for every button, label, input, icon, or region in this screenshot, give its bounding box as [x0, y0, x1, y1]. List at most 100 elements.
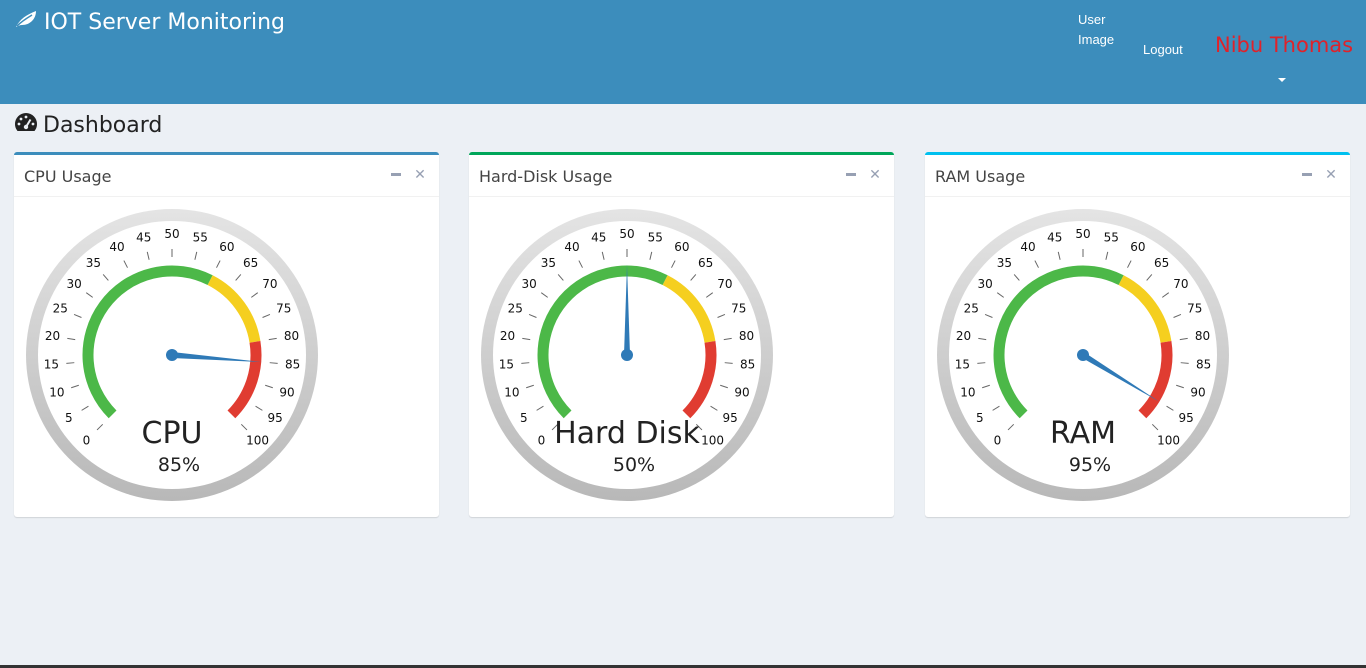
panel-header: RAM Usage ✕: [925, 155, 1350, 197]
gauge-tick-label: 75: [1187, 302, 1202, 316]
page-title: Dashboard: [43, 112, 163, 138]
cpu-gauge: 0 5 10 15 20 25 30 35 40 45 50 55 60 65 70 75 80 85 90 95 10…: [24, 207, 320, 503]
panel-header: Hard-Disk Usage ✕: [469, 155, 894, 197]
gauge-hub: [621, 349, 633, 361]
gauge-tick-label: 90: [1190, 385, 1205, 399]
top-navbar: IOT Server Monitoring User Image Logout …: [0, 0, 1366, 104]
gauge-tick: [724, 362, 733, 364]
gauge-title: RAM: [1050, 416, 1116, 451]
gauge-tick-label: 50: [1075, 227, 1090, 241]
gauge-tick: [269, 362, 278, 364]
close-icon: ✕: [1325, 165, 1337, 182]
gauge-tick-label: 100: [701, 434, 724, 448]
gauge-tick-label: 45: [1047, 230, 1062, 244]
gauge-tick-label: 100: [246, 434, 269, 448]
gauge-tick-label: 15: [499, 357, 514, 371]
panel-header: CPU Usage ✕: [14, 155, 439, 197]
gauge-tick-label: 70: [1173, 277, 1188, 291]
gauge-tick-label: 100: [1157, 434, 1180, 448]
remove-button[interactable]: ✕: [413, 165, 427, 183]
gauge-tick-label: 75: [731, 302, 746, 316]
gauge-tick-label: 35: [86, 256, 101, 270]
gauge-tick-label: 5: [65, 411, 73, 425]
collapse-button[interactable]: [389, 165, 403, 183]
gauge-tick-label: 85: [285, 357, 300, 371]
minus-icon: [1302, 172, 1312, 176]
gauge-title: Hard Disk: [554, 416, 700, 451]
user-image-alt[interactable]: User Image: [1078, 10, 1128, 50]
brand-title: IOT Server Monitoring: [44, 9, 286, 35]
panel-title: Hard-Disk Usage: [479, 167, 613, 186]
gauge-tick-label: 20: [45, 329, 60, 343]
gauge-tick-label: 35: [997, 256, 1012, 270]
gauge-tick-label: 80: [284, 329, 299, 343]
gauge-tick-label: 45: [591, 230, 606, 244]
gauge-tick-label: 20: [500, 329, 515, 343]
collapse-button[interactable]: [844, 165, 858, 183]
gauge-tick-label: 40: [109, 240, 124, 254]
gauge-tick-label: 50: [164, 227, 179, 241]
gauge-tick-label: 40: [1020, 240, 1035, 254]
gauge-tick-label: 90: [279, 385, 294, 399]
gauge-tick-label: 60: [1130, 240, 1145, 254]
gauge-tick-label: 55: [648, 230, 663, 244]
gauge-tick-label: 15: [44, 357, 59, 371]
close-icon: ✕: [414, 165, 426, 182]
gauge-tick: [977, 362, 986, 364]
gauge-tick-label: 65: [1154, 256, 1169, 270]
logout-link[interactable]: Logout: [1143, 42, 1183, 57]
collapse-button[interactable]: [1300, 165, 1314, 183]
gauge-tick-label: 10: [504, 385, 519, 399]
gauge-tick-label: 95: [1179, 411, 1194, 425]
gauge-tick-label: 0: [83, 434, 91, 448]
gauge-tick-label: 40: [564, 240, 579, 254]
gauge-tick-label: 65: [698, 256, 713, 270]
gauge-tick: [66, 362, 75, 364]
panel-title: CPU Usage: [24, 167, 112, 186]
minus-icon: [391, 172, 401, 176]
gauge-tick: [521, 362, 530, 364]
gauge-tick-label: 95: [723, 411, 738, 425]
gauge-tick-label: 70: [262, 277, 277, 291]
panel-tools: ✕: [1300, 165, 1338, 183]
username-dropdown[interactable]: Nibu Thomas: [1215, 33, 1353, 57]
remove-button[interactable]: ✕: [1324, 165, 1338, 183]
gauge-tick-label: 30: [66, 277, 81, 291]
panel-title: RAM Usage: [935, 167, 1026, 186]
leaf-icon: [14, 9, 44, 35]
gauge-tick-label: 35: [541, 256, 556, 270]
gauge-tick-label: 15: [955, 357, 970, 371]
gauge-tick-label: 50: [619, 227, 634, 241]
close-icon: ✕: [869, 165, 881, 182]
minus-icon: [846, 172, 856, 176]
gauge-tick-label: 25: [964, 302, 979, 316]
ram-gauge: 0 5 10 15 20 25 30 35 40 45 50 55 60 65 70 75 80 85 90 95 10…: [935, 207, 1231, 503]
gauge-tick-label: 30: [977, 277, 992, 291]
gauge-tick-label: 90: [734, 385, 749, 399]
caret-down-icon[interactable]: [1278, 78, 1286, 82]
gauge-tick-label: 55: [193, 230, 208, 244]
gauge-value: 50%: [613, 454, 655, 476]
gauge-tick-label: 60: [674, 240, 689, 254]
gauge-tick-label: 20: [956, 329, 971, 343]
remove-button[interactable]: ✕: [868, 165, 882, 183]
gauge-tick-label: 0: [538, 434, 546, 448]
dashboard-icon: [14, 111, 43, 139]
gauge-tick-label: 45: [136, 230, 151, 244]
gauge-tick-label: 30: [521, 277, 536, 291]
gauge-value: 85%: [158, 454, 200, 476]
brand-logo[interactable]: IOT Server Monitoring: [14, 9, 285, 35]
gauge-title: CPU: [142, 416, 203, 451]
gauge-tick-label: 25: [53, 302, 68, 316]
gauge-hub: [166, 349, 178, 361]
gauge-tick-label: 5: [520, 411, 528, 425]
ram-usage-panel: RAM Usage ✕ 0 5 10 15 20 25 30 35 40 45 50 55 60 65 70…: [925, 152, 1350, 517]
gauge-tick-label: 5: [976, 411, 984, 425]
gauge-tick: [1180, 362, 1189, 364]
hard-disk-gauge: 0 5 10 15 20 25 30 35 40 45 50 55 60 65 70 75 80 85 90 95 10…: [479, 207, 775, 503]
gauge-tick-label: 60: [219, 240, 234, 254]
page-heading: Dashboard: [14, 111, 162, 139]
gauge-tick-label: 80: [739, 329, 754, 343]
gauge-tick-label: 80: [1195, 329, 1210, 343]
gauge-value: 95%: [1069, 454, 1111, 476]
